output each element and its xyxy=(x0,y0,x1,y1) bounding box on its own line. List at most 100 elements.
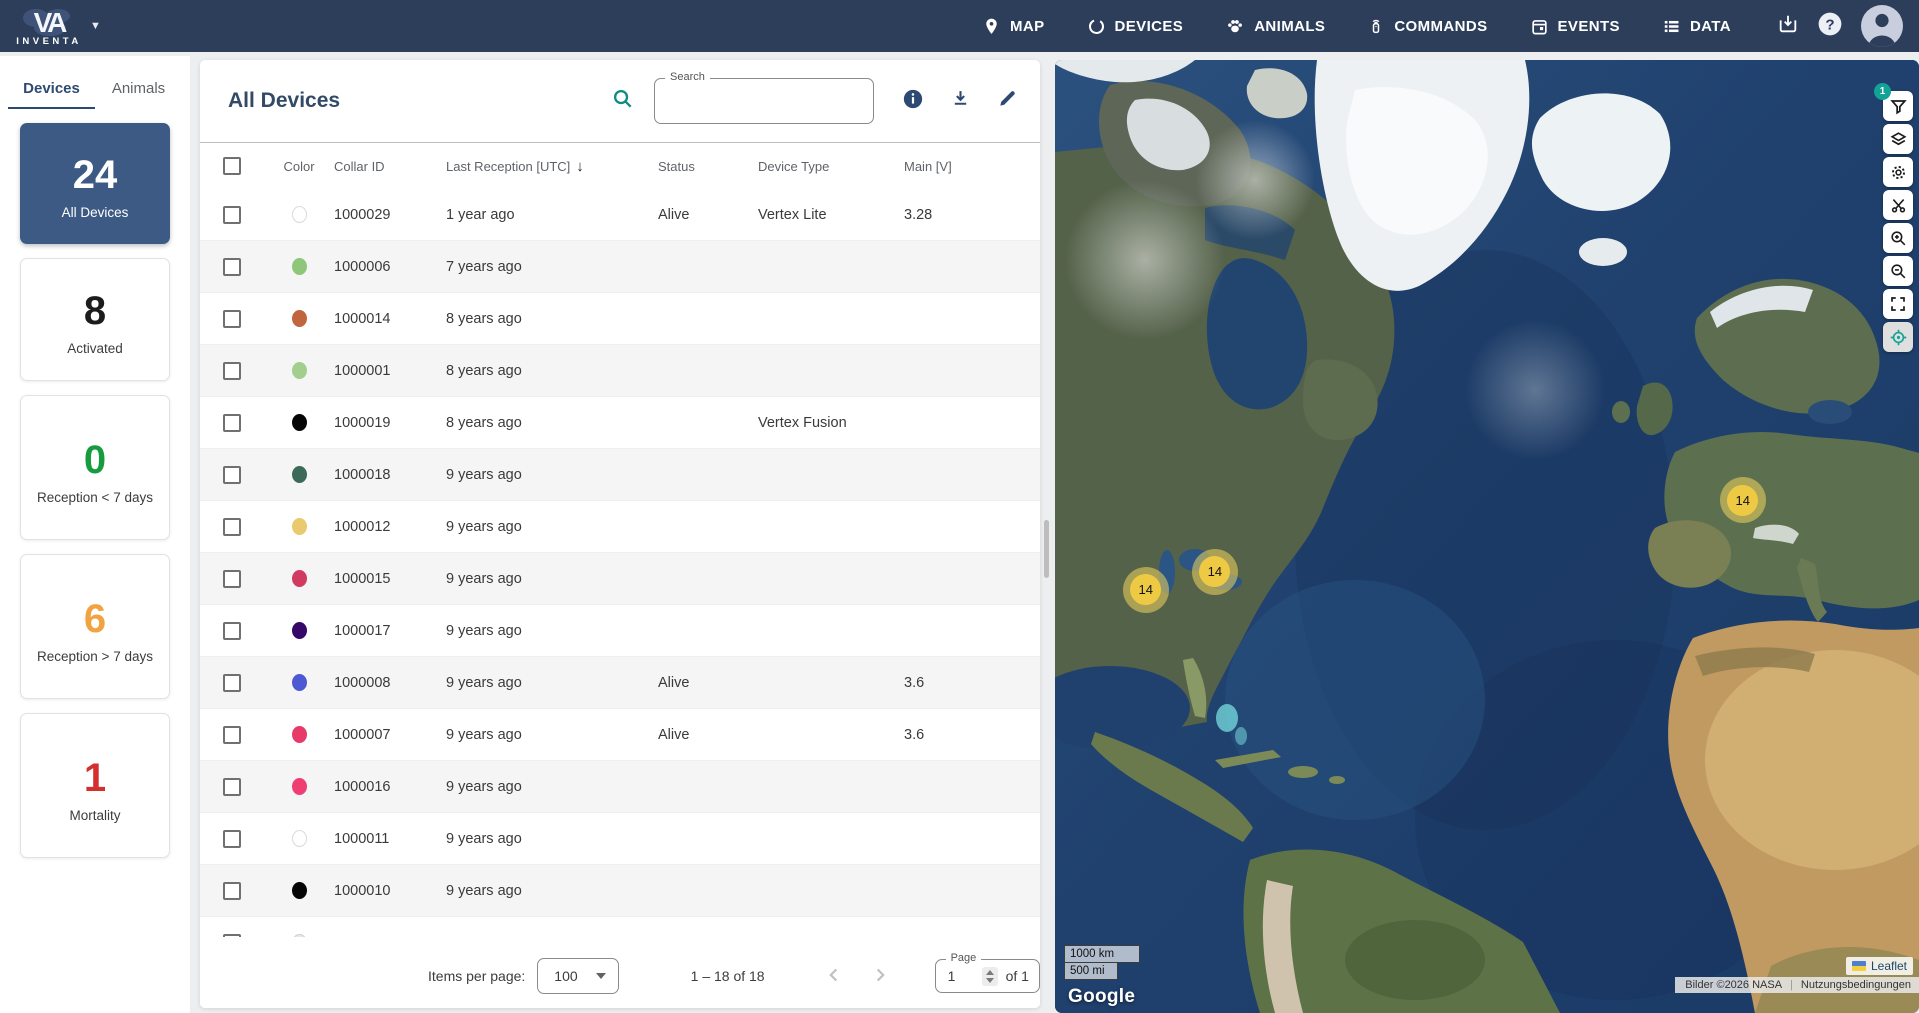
select-all-checkbox[interactable] xyxy=(223,157,241,175)
table-row[interactable]: 1000010 9 years ago xyxy=(200,865,1040,917)
table-row[interactable]: 1000015 9 years ago xyxy=(200,553,1040,605)
table-row[interactable] xyxy=(200,917,1040,937)
row-checkbox[interactable] xyxy=(223,830,241,848)
cluster-marker[interactable]: 14 xyxy=(1123,567,1169,613)
row-checkbox[interactable] xyxy=(223,622,241,640)
nav-commands[interactable]: COMMANDS xyxy=(1367,16,1487,36)
table-row[interactable]: 1000029 1 year ago Alive Vertex Lite 3.2… xyxy=(200,189,1040,241)
collar-id-cell: 1000010 xyxy=(334,883,446,899)
activated-label: Activated xyxy=(27,341,163,356)
card-all-devices[interactable]: 24 All Devices xyxy=(20,123,170,244)
row-checkbox[interactable] xyxy=(223,674,241,692)
row-checkbox[interactable] xyxy=(223,362,241,380)
brand-caret-icon[interactable]: ▼ xyxy=(90,20,101,32)
map-layers-button[interactable] xyxy=(1883,124,1913,154)
col-collar-id[interactable]: Collar ID xyxy=(334,159,446,174)
cluster-marker[interactable]: 14 xyxy=(1720,477,1766,523)
nav-events[interactable]: EVENTS xyxy=(1530,17,1620,36)
page-input[interactable]: 1 xyxy=(948,968,974,984)
table-row[interactable]: 1000006 7 years ago xyxy=(200,241,1040,293)
card-activated[interactable]: 8 Activated xyxy=(20,258,170,381)
table-row[interactable]: 1000018 9 years ago xyxy=(200,449,1040,501)
nav-animals[interactable]: ANIMALS xyxy=(1225,16,1325,36)
color-dot xyxy=(292,362,307,379)
map-measure-button[interactable] xyxy=(1883,190,1913,220)
nav-map[interactable]: MAP xyxy=(982,17,1045,36)
table-row[interactable]: 1000008 9 years ago Alive 3.6 xyxy=(200,657,1040,709)
row-checkbox[interactable] xyxy=(223,414,241,432)
last-reception-cell: 8 years ago xyxy=(446,363,658,379)
sort-desc-icon: ↓ xyxy=(576,158,584,175)
row-checkbox[interactable] xyxy=(223,258,241,276)
reception-gt7-label: Reception > 7 days xyxy=(27,649,163,664)
card-reception-lt7[interactable]: 0 Reception < 7 days xyxy=(20,395,170,540)
col-device-type[interactable]: Device Type xyxy=(758,159,904,174)
items-per-page-value: 100 xyxy=(554,968,577,984)
table-row[interactable]: 1000017 9 years ago xyxy=(200,605,1040,657)
edit-button[interactable] xyxy=(997,88,1018,114)
map-zoom-out-button[interactable] xyxy=(1883,256,1913,286)
nav-data[interactable]: DATA xyxy=(1662,17,1731,36)
person-icon xyxy=(1861,5,1903,47)
info-icon xyxy=(902,88,924,115)
prev-page-button[interactable] xyxy=(823,964,845,989)
install-app-button[interactable] xyxy=(1777,13,1799,40)
items-per-page-select[interactable]: 100 xyxy=(537,958,618,994)
map-fullscreen-button[interactable] xyxy=(1883,289,1913,319)
next-page-button[interactable] xyxy=(869,964,891,989)
attribution-divider: | xyxy=(1790,979,1793,991)
map-locate-button[interactable] xyxy=(1883,322,1913,352)
map-settings-button[interactable] xyxy=(1883,157,1913,187)
card-reception-gt7[interactable]: 6 Reception > 7 days xyxy=(20,554,170,699)
inventa-logo[interactable]: VA INVENTA ▼ xyxy=(18,6,101,47)
nav-devices-label: DEVICES xyxy=(1115,18,1184,35)
row-checkbox[interactable] xyxy=(223,570,241,588)
terms-link[interactable]: Nutzungsbedingungen xyxy=(1801,979,1911,991)
card-mortality[interactable]: 1 Mortality xyxy=(20,713,170,858)
table-row[interactable]: 1000007 9 years ago Alive 3.6 xyxy=(200,709,1040,761)
table-row[interactable]: 1000016 9 years ago xyxy=(200,761,1040,813)
spin-down-icon xyxy=(986,978,994,983)
col-status[interactable]: Status xyxy=(658,159,758,174)
row-checkbox[interactable] xyxy=(223,934,241,938)
help-button[interactable]: ? xyxy=(1817,11,1843,42)
user-avatar[interactable] xyxy=(1861,5,1903,47)
row-checkbox[interactable] xyxy=(223,310,241,328)
calendar-icon xyxy=(1530,17,1549,36)
search-box: Search xyxy=(654,78,874,124)
table-row[interactable]: 1000014 8 years ago xyxy=(200,293,1040,345)
col-last-reception[interactable]: Last Reception [UTC]↓ xyxy=(446,158,658,175)
layers-icon xyxy=(1889,130,1908,149)
status-cell: Alive xyxy=(658,727,758,743)
export-button[interactable] xyxy=(950,88,971,114)
col-color[interactable]: Color xyxy=(264,159,334,174)
tab-animals[interactable]: Animals xyxy=(95,68,182,109)
row-checkbox[interactable] xyxy=(223,882,241,900)
row-checkbox[interactable] xyxy=(223,726,241,744)
search-input[interactable] xyxy=(655,79,873,123)
table-row[interactable]: 1000011 9 years ago xyxy=(200,813,1040,865)
satellite-imagery xyxy=(1055,60,1919,1013)
map-panel[interactable]: 141414 1 1000 km 500 mi Google xyxy=(1055,60,1919,1013)
cluster-marker[interactable]: 14 xyxy=(1192,549,1238,595)
table-row[interactable]: 1000001 8 years ago xyxy=(200,345,1040,397)
page-spinner[interactable] xyxy=(982,967,998,986)
nav-devices[interactable]: DEVICES xyxy=(1087,17,1184,36)
row-checkbox[interactable] xyxy=(223,778,241,796)
row-checkbox[interactable] xyxy=(223,466,241,484)
table-row[interactable]: 1000019 8 years ago Vertex Fusion xyxy=(200,397,1040,449)
panel-scrollbar[interactable] xyxy=(1044,520,1049,578)
search-button[interactable] xyxy=(611,87,634,115)
fullscreen-icon xyxy=(1889,295,1907,313)
tab-devices[interactable]: Devices xyxy=(8,68,95,109)
col-main-v[interactable]: Main [V] xyxy=(904,159,1040,174)
leaflet-attribution[interactable]: Leaflet xyxy=(1846,957,1913,975)
map-filter-button[interactable]: 1 xyxy=(1883,91,1913,121)
row-checkbox[interactable] xyxy=(223,206,241,224)
table-row[interactable]: 1000012 9 years ago xyxy=(200,501,1040,553)
row-checkbox[interactable] xyxy=(223,518,241,536)
info-button[interactable] xyxy=(902,88,924,115)
color-dot xyxy=(292,518,307,535)
google-logo[interactable]: Google xyxy=(1068,986,1135,1008)
map-zoom-in-button[interactable] xyxy=(1883,223,1913,253)
